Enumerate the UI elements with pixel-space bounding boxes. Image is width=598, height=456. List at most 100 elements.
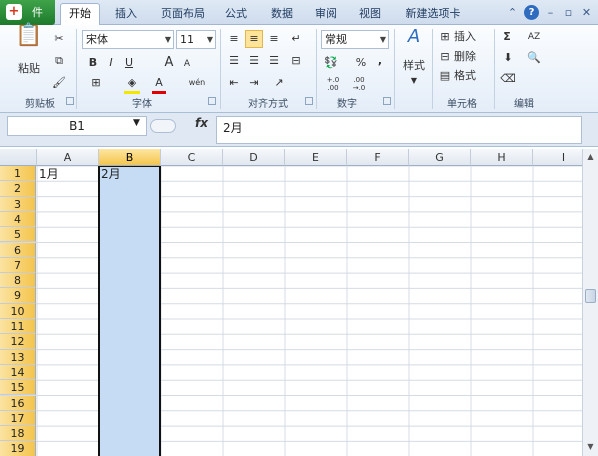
row-header-14[interactable]: 14: [0, 364, 36, 381]
font-size-combo[interactable]: 11 ▼: [176, 30, 216, 49]
row-header-15[interactable]: 15: [0, 380, 36, 396]
font-launcher-icon[interactable]: [208, 97, 216, 105]
row-header-10[interactable]: 10: [0, 303, 36, 319]
column-header-h[interactable]: H: [471, 149, 533, 166]
row-header-5[interactable]: 5: [0, 227, 36, 243]
column-header-e[interactable]: E: [285, 149, 347, 166]
tab-file[interactable]: + 件: [0, 0, 55, 25]
cut-icon[interactable]: ✂: [52, 31, 66, 47]
row-header-17[interactable]: 17: [0, 410, 36, 427]
border-icon[interactable]: ⊞: [86, 75, 106, 91]
merge-center-icon[interactable]: ⊟: [288, 53, 304, 69]
column-header-g[interactable]: G: [409, 149, 471, 166]
insert-cells-icon[interactable]: ⊞: [438, 29, 452, 45]
fill-color-icon[interactable]: ◈: [124, 75, 140, 94]
tab-formulas[interactable]: 公式: [218, 5, 254, 25]
tab-view[interactable]: 视图: [352, 5, 388, 25]
tab-data[interactable]: 数据: [264, 5, 300, 25]
formula-bar-toggle[interactable]: [150, 119, 176, 133]
worksheet-grid[interactable]: A B C D E F G H I 1 2 3 4 5 6 7 8 9 10 11 12 13 14 15 16 17 18 19 1月…: [0, 149, 582, 456]
copy-icon[interactable]: ⧉: [52, 53, 66, 69]
clear-icon[interactable]: ⌫: [500, 71, 516, 87]
paste-button[interactable]: 粘贴: [14, 61, 44, 77]
delete-cells-icon[interactable]: ⊟: [438, 49, 452, 65]
select-all-button[interactable]: [0, 149, 37, 166]
format-cells-icon[interactable]: ▤: [438, 68, 452, 84]
column-header-a[interactable]: A: [37, 149, 99, 166]
bold-button[interactable]: B: [86, 55, 100, 71]
italic-button[interactable]: I: [104, 55, 118, 71]
column-header-c[interactable]: C: [161, 149, 223, 166]
row-header-2[interactable]: 2: [0, 181, 36, 197]
align-top-icon[interactable]: ≡: [226, 31, 242, 47]
insert-function-button[interactable]: fx: [195, 116, 208, 130]
help-icon[interactable]: ?: [524, 5, 539, 20]
align-bottom-icon[interactable]: ≡: [266, 31, 282, 47]
number-format-combo[interactable]: 常规 ▼: [321, 30, 389, 49]
insert-cells-button[interactable]: 插入: [454, 29, 490, 45]
tab-home[interactable]: 开始: [60, 3, 100, 26]
column-header-b[interactable]: B: [99, 149, 161, 166]
tab-insert[interactable]: 插入: [108, 5, 144, 25]
row-header-4[interactable]: 4: [0, 211, 36, 228]
comma-button[interactable]: ,: [374, 53, 386, 69]
phonetic-icon[interactable]: wén: [188, 75, 206, 91]
wrap-text-icon[interactable]: ↵: [288, 31, 304, 47]
tab-review[interactable]: 审阅: [308, 5, 344, 25]
cell-b1[interactable]: 2月: [99, 167, 161, 182]
orientation-icon[interactable]: ↗: [270, 75, 288, 91]
format-painter-icon[interactable]: 🖌: [52, 75, 66, 91]
styles-button[interactable]: 样式: [398, 58, 430, 74]
row-header-7[interactable]: 7: [0, 257, 36, 274]
align-right-icon[interactable]: ☰: [266, 53, 282, 69]
vertical-scrollbar[interactable]: ▲ ▼: [582, 149, 598, 456]
percent-button[interactable]: %: [354, 55, 368, 71]
delete-cells-button[interactable]: 删除: [454, 49, 490, 65]
grow-font-button[interactable]: A: [162, 55, 176, 71]
name-box[interactable]: B1: [7, 116, 147, 136]
minimize-ribbon-icon[interactable]: ⌃: [505, 5, 520, 20]
row-header-12[interactable]: 12: [0, 334, 36, 350]
row-header-11[interactable]: 11: [0, 319, 36, 335]
window-minimize-icon[interactable]: –: [543, 5, 558, 20]
sort-filter-button[interactable]: AZ: [524, 29, 544, 45]
column-header-f[interactable]: F: [347, 149, 409, 166]
format-cells-button[interactable]: 格式: [454, 68, 490, 84]
column-header-i[interactable]: I: [533, 149, 582, 166]
styles-icon[interactable]: A: [402, 28, 426, 55]
row-header-1[interactable]: 1: [0, 166, 36, 182]
alignment-launcher-icon[interactable]: [305, 97, 313, 105]
scroll-up-icon[interactable]: ▲: [585, 151, 596, 163]
underline-button[interactable]: U: [122, 55, 136, 71]
row-header-19[interactable]: 19: [0, 441, 36, 456]
tab-page-layout[interactable]: 页面布局: [155, 5, 211, 25]
window-restore-icon[interactable]: ▫: [561, 5, 576, 20]
find-select-icon[interactable]: 🔍: [524, 50, 544, 66]
increase-decimal-button[interactable]: +.0 .00: [322, 76, 344, 92]
font-name-combo[interactable]: 宋体 ▼: [82, 30, 174, 49]
column-header-d[interactable]: D: [223, 149, 285, 166]
formula-input[interactable]: 2月: [216, 116, 582, 144]
window-close-icon[interactable]: ✕: [579, 5, 594, 20]
row-header-13[interactable]: 13: [0, 349, 36, 365]
chevron-down-icon[interactable]: ▼: [133, 118, 140, 128]
row-header-6[interactable]: 6: [0, 242, 36, 258]
row-header-9[interactable]: 9: [0, 288, 36, 304]
fill-icon[interactable]: ⬇: [500, 50, 516, 66]
shrink-font-button[interactable]: A: [180, 56, 194, 72]
number-launcher-icon[interactable]: [383, 97, 391, 105]
decrease-indent-icon[interactable]: ⇤: [226, 75, 242, 91]
row-header-3[interactable]: 3: [0, 196, 36, 212]
currency-icon[interactable]: 💱: [322, 55, 340, 71]
clipboard-launcher-icon[interactable]: [66, 97, 74, 105]
scroll-thumb[interactable]: [585, 289, 596, 303]
cell-a1[interactable]: 1月: [37, 167, 99, 182]
autosum-button[interactable]: Σ: [500, 29, 514, 45]
tab-new[interactable]: 新建选项卡: [398, 5, 468, 25]
row-header-16[interactable]: 16: [0, 395, 36, 411]
align-left-icon[interactable]: ☰: [226, 53, 242, 69]
row-header-18[interactable]: 18: [0, 426, 36, 442]
decrease-decimal-button[interactable]: .00 →.0: [348, 76, 370, 92]
paste-icon[interactable]: 📋: [14, 25, 44, 58]
align-center-icon[interactable]: ☰: [246, 53, 262, 69]
